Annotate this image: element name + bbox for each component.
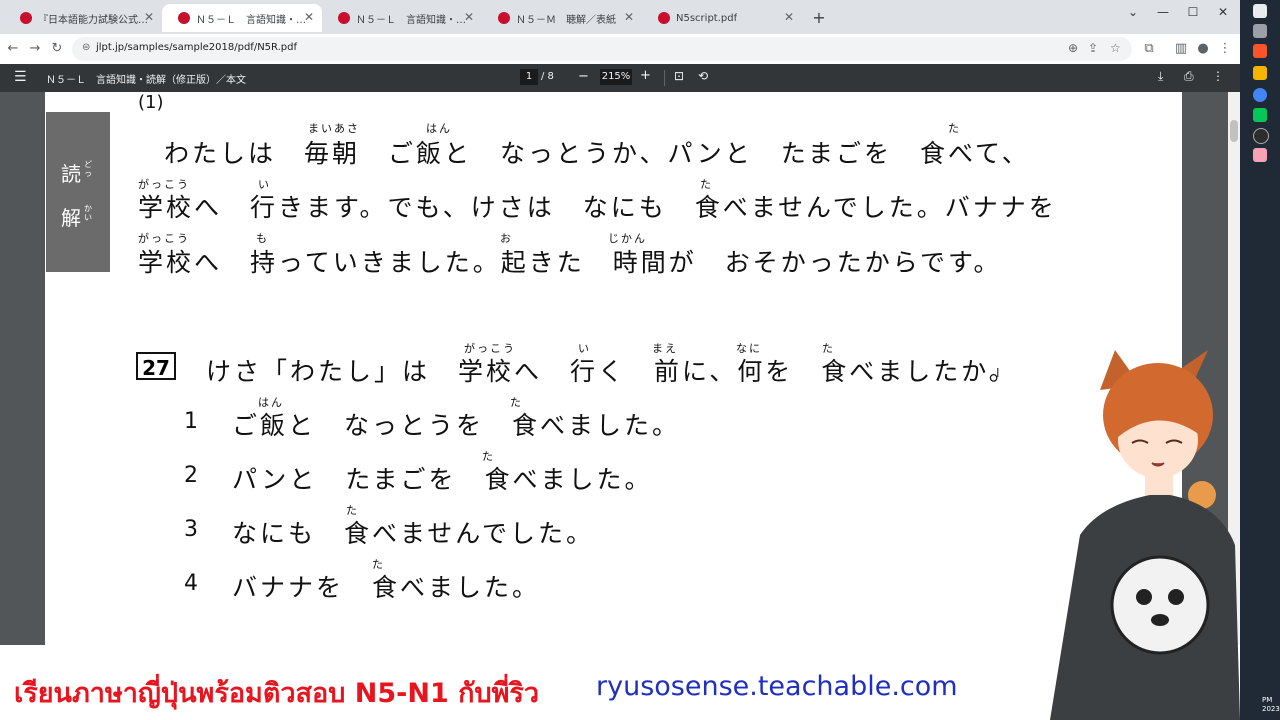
- shirt-dog-eye: [1168, 589, 1184, 605]
- close-window-icon[interactable]: ✕: [1208, 2, 1238, 22]
- tab-label: Ｎ５－Ｌ 言語知識・読解（修正版）: [356, 14, 474, 26]
- navigation-bar: ← → ↻ ⊜ jlpt.jp/samples/sample2018/pdf/N…: [0, 34, 1240, 65]
- system-clock: PM 2023: [1262, 696, 1280, 714]
- section-kanji: 解: [61, 206, 81, 230]
- answer-option[interactable]: なにも 食べませんでした。: [232, 514, 594, 550]
- avatar-neck: [1145, 473, 1173, 497]
- close-tab-icon[interactable]: ✕: [624, 10, 634, 24]
- line-icon[interactable]: [1253, 108, 1267, 122]
- browser-tab-active[interactable]: Ｎ５－Ｌ 言語知識・読解（修正版） ✕: [162, 4, 322, 32]
- shirt-dog-print-icon: [1110, 555, 1210, 655]
- brave-icon[interactable]: [1253, 44, 1267, 58]
- toolbar-divider: [664, 70, 665, 86]
- section-kanji: 読: [61, 162, 81, 186]
- close-tab-icon[interactable]: ✕: [784, 10, 794, 24]
- jlpt-favicon-icon: [20, 12, 32, 24]
- folder-icon[interactable]: [1253, 66, 1267, 80]
- taskview-icon[interactable]: [1253, 24, 1267, 38]
- tab-label: Ｎ５－Ｌ 言語知識・読解（修正版）: [196, 14, 314, 26]
- new-tab-icon[interactable]: +: [808, 8, 830, 28]
- windows-icon[interactable]: [1253, 4, 1267, 18]
- section-ruby: どっ: [84, 160, 92, 178]
- option-number: 3: [184, 517, 198, 542]
- pdf-toolbar: ☰ Ｎ５－Ｌ 言語知識・読解（修正版）／本文 1 / 8 − 215% + ⊡ …: [0, 64, 1240, 92]
- bookmark-star-icon[interactable]: ☆: [1110, 41, 1121, 55]
- page-total: / 8: [541, 71, 554, 82]
- passage-line: 学校へ 持っていきました。起きた 時間が おそかったからです。: [138, 248, 1002, 277]
- close-tab-icon[interactable]: ✕: [464, 10, 474, 24]
- question-text: けさ「わたし」は 学校へ 行く 前に、何を 食べましたか。: [206, 357, 1017, 386]
- url-text[interactable]: jlpt.jp/samples/sample2018/pdf/N5R.pdf: [96, 42, 297, 53]
- section-heading: (1): [138, 92, 164, 113]
- vtuber-avatar: [1050, 350, 1240, 720]
- browser-tab[interactable]: N5script.pdf ✕: [642, 4, 802, 32]
- reload-icon[interactable]: ↻: [48, 40, 66, 58]
- rotate-icon[interactable]: ⟲: [698, 69, 708, 83]
- tab-label: N5script.pdf: [676, 12, 738, 24]
- tab-label: Ｎ５－Ｍ 聴解／表紙: [516, 14, 616, 26]
- download-icon[interactable]: ⤓: [1158, 69, 1163, 84]
- pdf-title: Ｎ５－Ｌ 言語知識・読解（修正版）／本文: [46, 75, 246, 86]
- promo-text: เรียนภาษาญี่ปุ่นพร้อมติวสอบ N5-N1 กับพี่…: [14, 678, 540, 709]
- more-menu-icon[interactable]: ⋮: [1216, 40, 1234, 58]
- chrome-icon[interactable]: [1253, 88, 1267, 102]
- address-bar[interactable]: ⊜ jlpt.jp/samples/sample2018/pdf/N5R.pdf…: [72, 37, 1132, 61]
- shirt-dog-nose: [1151, 614, 1169, 626]
- zoom-out-icon[interactable]: −: [578, 69, 589, 84]
- minimize-icon[interactable]: —: [1148, 2, 1178, 22]
- question-number: 27: [136, 352, 176, 380]
- close-tab-icon[interactable]: ✕: [304, 10, 314, 24]
- back-icon[interactable]: ←: [4, 40, 22, 58]
- clock-year: 2023: [1262, 705, 1280, 713]
- browser-tab[interactable]: Ｎ５－Ｌ 言語知識・読解（修正版） ✕: [322, 4, 482, 32]
- text-cursor-icon: I: [996, 366, 1000, 380]
- zoom-in-icon[interactable]: +: [640, 68, 651, 83]
- shirt-dog-eye: [1136, 589, 1152, 605]
- close-tab-icon[interactable]: ✕: [144, 10, 154, 24]
- app-icon[interactable]: [1253, 148, 1267, 162]
- tab-label: 『日本語能力試験公式問題集』: [38, 14, 156, 26]
- browser-tab[interactable]: Ｎ５－Ｍ 聴解／表紙 ✕: [482, 4, 642, 32]
- share-icon[interactable]: ⇪: [1088, 41, 1098, 55]
- answer-option[interactable]: パンと たまごを 食べました。: [232, 460, 653, 496]
- reading-section-label: 読 どっ 解 かい: [46, 112, 110, 272]
- profile-avatar[interactable]: ●: [1194, 40, 1212, 58]
- tab-strip: 『日本語能力試験公式問題集』 ✕ Ｎ５－Ｌ 言語知識・読解（修正版） ✕ Ｎ５－…: [0, 0, 1240, 34]
- chevron-down-icon[interactable]: ⌄: [1118, 2, 1148, 22]
- clock-period: PM: [1262, 696, 1273, 704]
- passage-line: 学校へ 行きます。でも、けさは なにも 食べませんでした。バナナを: [138, 193, 1057, 222]
- forward-icon[interactable]: →: [26, 40, 44, 58]
- scrollbar-thumb[interactable]: [1230, 120, 1238, 142]
- maximize-icon[interactable]: ☐: [1178, 2, 1208, 22]
- browser-tab[interactable]: 『日本語能力試験公式問題集』 ✕: [4, 4, 162, 32]
- passage-line: わたしは 毎朝 ご飯と なっとうか、パンと たまごを 食べて、: [164, 139, 1030, 168]
- page-number-input[interactable]: 1: [520, 69, 538, 85]
- avatar-mouth: [1151, 462, 1165, 467]
- option-number: 2: [184, 463, 198, 488]
- pdf-favicon-icon: [658, 12, 670, 24]
- jlpt-favicon-icon: [498, 12, 510, 24]
- menu-icon[interactable]: ☰: [14, 69, 27, 85]
- obs-icon[interactable]: [1253, 128, 1269, 144]
- answer-option[interactable]: ご飯と なっとうを 食べました。: [232, 406, 680, 442]
- option-number: 4: [184, 571, 198, 596]
- promo-website: ryusosense.teachable.com: [596, 671, 958, 702]
- zoom-input[interactable]: 215%: [600, 69, 632, 85]
- more-options-icon[interactable]: ⋮: [1212, 69, 1224, 83]
- answer-option[interactable]: バナナを 食べました。: [232, 568, 540, 604]
- os-side-panel: [1240, 0, 1280, 720]
- jlpt-favicon-icon: [338, 12, 350, 24]
- site-info-icon[interactable]: ⊜: [82, 42, 90, 53]
- jlpt-favicon-icon: [178, 12, 190, 24]
- option-number: 1: [184, 409, 198, 434]
- extensions-icon[interactable]: ⧉: [1140, 40, 1158, 58]
- zoom-icon[interactable]: ⊕: [1068, 41, 1078, 55]
- section-ruby: かい: [84, 204, 92, 222]
- side-panel-icon[interactable]: ▥: [1172, 40, 1190, 58]
- fit-page-icon[interactable]: ⊡: [674, 69, 684, 83]
- print-icon[interactable]: ⎙: [1184, 69, 1194, 84]
